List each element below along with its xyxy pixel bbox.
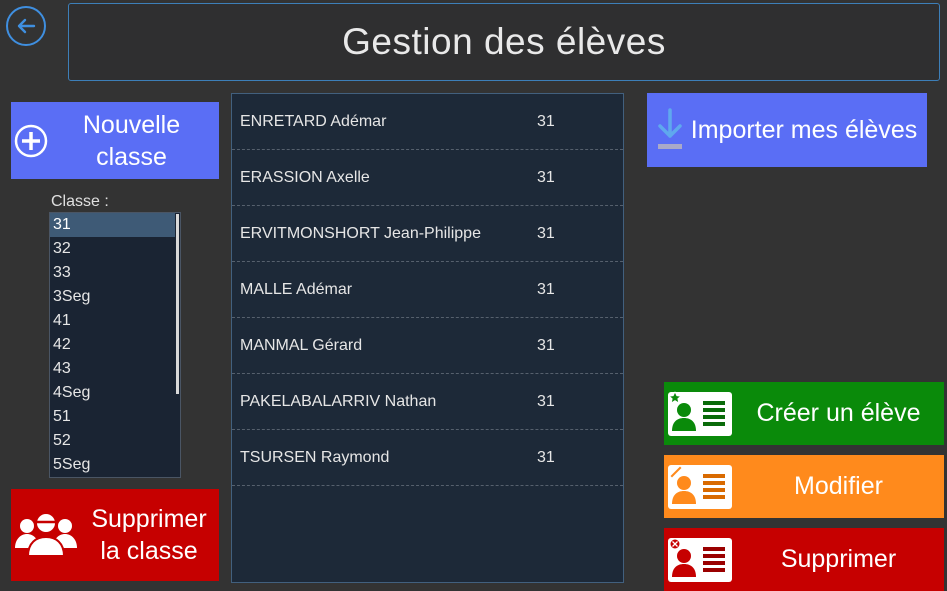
student-name: ERVITMONSHORT Jean-Philippe xyxy=(240,224,481,242)
student-class: 31 xyxy=(537,336,555,354)
import-students-label: Importer mes élèves xyxy=(690,115,918,144)
student-row[interactable]: ENRETARD Adémar 31 xyxy=(232,94,623,150)
download-icon xyxy=(658,108,682,149)
class-list-scrollbar[interactable] xyxy=(176,214,179,394)
modify-student-label: Modifier xyxy=(794,472,883,500)
page-title-box: Gestion des élèves xyxy=(68,3,940,81)
class-label: Classe : xyxy=(51,193,109,210)
delete-class-label: Supprimer la classe xyxy=(91,505,207,565)
class-option-41[interactable]: 41 xyxy=(50,309,180,333)
arrow-left-icon xyxy=(17,18,36,34)
class-option-31[interactable]: 31 xyxy=(50,213,175,237)
class-option-3seg[interactable]: 3Seg xyxy=(50,285,180,309)
student-class: 31 xyxy=(537,112,555,130)
class-option-33[interactable]: 33 xyxy=(50,261,180,285)
student-class: 31 xyxy=(537,280,555,298)
class-option-52[interactable]: 52 xyxy=(50,429,180,453)
student-name: ERASSION Axelle xyxy=(240,168,370,186)
class-option-32[interactable]: 32 xyxy=(50,237,180,261)
class-option-4seg[interactable]: 4Seg xyxy=(50,381,180,405)
id-card-star-icon xyxy=(668,390,732,436)
page-title: Gestion des élèves xyxy=(342,21,666,62)
student-name: TSURSEN Raymond xyxy=(240,448,390,466)
student-class: 31 xyxy=(537,224,555,242)
student-row[interactable]: MANMAL Gérard 31 xyxy=(232,318,623,374)
class-option-43[interactable]: 43 xyxy=(50,357,180,381)
student-row[interactable]: PAKELABALARRIV Nathan 31 xyxy=(232,374,623,430)
create-student-label: Créer un élève xyxy=(756,399,921,427)
new-class-label: Nouvelle classe xyxy=(82,110,181,171)
student-row[interactable]: MALLE Adémar 31 xyxy=(232,262,623,318)
student-row[interactable]: ERVITMONSHORT Jean-Philippe 31 xyxy=(232,206,623,262)
delete-student-label: Supprimer xyxy=(780,545,897,573)
class-option-51[interactable]: 51 xyxy=(50,405,180,429)
class-option-5seg[interactable]: 5Seg xyxy=(50,453,180,477)
id-card-pencil-icon xyxy=(668,464,732,509)
student-row[interactable]: TSURSEN Raymond 31 xyxy=(232,430,623,486)
create-student-button[interactable]: Créer un élève xyxy=(664,382,944,445)
student-list[interactable]: ENRETARD Adémar 31 ERASSION Axelle 31 ER… xyxy=(231,93,624,583)
student-name: MALLE Adémar xyxy=(240,280,353,298)
student-class: 31 xyxy=(537,448,555,466)
delete-class-button[interactable]: Supprimer la classe xyxy=(11,489,219,581)
student-row[interactable]: ERASSION Axelle 31 xyxy=(232,150,623,206)
id-card-x-icon xyxy=(668,537,732,582)
class-option-42[interactable]: 42 xyxy=(50,333,180,357)
new-class-button[interactable]: Nouvelle classe xyxy=(11,102,219,179)
delete-student-button[interactable]: Supprimer xyxy=(664,528,944,591)
modify-student-button[interactable]: Modifier xyxy=(664,455,944,518)
class-listbox[interactable]: 31 32 33 3Seg 41 42 43 4Seg 51 52 5Seg xyxy=(49,212,181,478)
student-class: 31 xyxy=(537,168,555,186)
student-name: PAKELABALARRIV Nathan xyxy=(240,392,437,410)
back-button[interactable] xyxy=(6,6,46,46)
student-class: 31 xyxy=(537,392,555,410)
group-icon xyxy=(15,512,77,557)
import-students-button[interactable]: Importer mes élèves xyxy=(647,93,927,167)
student-name: ENRETARD Adémar xyxy=(240,112,387,130)
student-name: MANMAL Gérard xyxy=(240,336,363,354)
plus-circle-icon xyxy=(14,124,48,157)
